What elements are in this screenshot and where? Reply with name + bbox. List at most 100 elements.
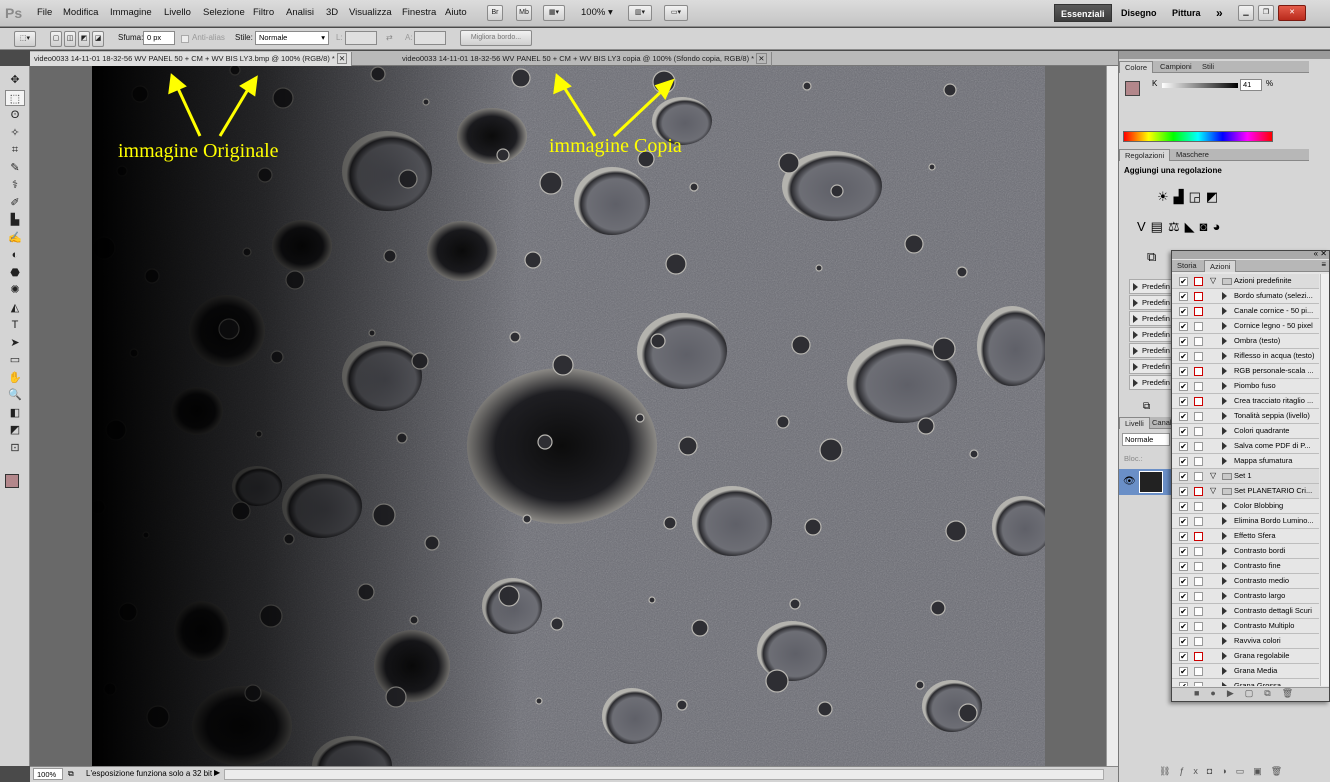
expand-icon[interactable] — [1222, 397, 1227, 405]
actions-footer-icons[interactable]: ■●▶▢⧉🗑 — [1172, 687, 1329, 701]
check-icon[interactable]: ✔ — [1179, 382, 1188, 391]
check-icon[interactable]: ✔ — [1179, 502, 1188, 511]
action-row[interactable]: ✔ Contrasto Multiplo — [1172, 619, 1319, 634]
dialog-toggle-icon[interactable] — [1194, 352, 1203, 361]
action-row[interactable]: ✔ RGB personale-scala ... — [1172, 364, 1319, 379]
expand-icon[interactable] — [1222, 577, 1227, 585]
expand-icon[interactable] — [1222, 667, 1227, 675]
action-row[interactable]: ✔ Color Blobbing — [1172, 499, 1319, 514]
swap-icon[interactable]: ⇄ — [386, 33, 393, 42]
action-row[interactable]: ✔ Contrasto dettagli Scuri — [1172, 604, 1319, 619]
subtract-selection-icon[interactable]: ◩ — [78, 31, 90, 47]
expand-icon[interactable] — [1222, 427, 1227, 435]
dialog-toggle-icon[interactable] — [1194, 487, 1203, 496]
expand-icon[interactable] — [1133, 299, 1138, 307]
check-icon[interactable]: ✔ — [1179, 577, 1188, 586]
dialog-toggle-icon[interactable] — [1194, 532, 1203, 541]
dialog-toggle-icon[interactable] — [1194, 502, 1203, 511]
expand-icon[interactable] — [1222, 352, 1227, 360]
expand-icon[interactable] — [1222, 292, 1227, 300]
action-row[interactable]: ✔ Elimina Bordo Lumino... — [1172, 514, 1319, 529]
collapse-icon[interactable]: ▽ — [1210, 469, 1216, 483]
check-icon[interactable]: ✔ — [1179, 307, 1188, 316]
preset-item[interactable]: Predefin — [1129, 327, 1174, 342]
mini-bridge-button[interactable]: Mb — [516, 5, 532, 21]
eye-icon[interactable]: 👁 — [1123, 476, 1136, 487]
antialias-checkbox[interactable] — [181, 35, 189, 43]
expand-icon[interactable] — [1133, 315, 1138, 323]
path-select-icon[interactable]: ➤ — [5, 335, 25, 351]
tab-stili[interactable]: Stili — [1197, 61, 1219, 73]
tab-livelli[interactable]: Livelli — [1119, 417, 1150, 429]
style-select[interactable]: Normale ▾ — [255, 31, 329, 45]
status-arrow-icon[interactable]: ▶ — [214, 768, 220, 777]
color-spectrum-bar[interactable] — [1123, 131, 1273, 142]
panel-menu-icon[interactable]: ≡ — [1321, 260, 1326, 269]
bridge-button[interactable]: Br — [487, 5, 503, 21]
check-icon[interactable]: ✔ — [1179, 367, 1188, 376]
check-icon[interactable]: ✔ — [1179, 637, 1188, 646]
check-icon[interactable]: ✔ — [1179, 442, 1188, 451]
expand-icon[interactable] — [1222, 502, 1227, 510]
action-row[interactable]: ✔ Tonalità seppia (livello) — [1172, 409, 1319, 424]
tab-azioni[interactable]: Azioni — [1204, 260, 1237, 272]
action-row[interactable]: ✔ Contrasto fine — [1172, 559, 1319, 574]
expand-icon[interactable] — [1222, 607, 1227, 615]
check-icon[interactable]: ✔ — [1179, 412, 1188, 421]
action-row[interactable]: ✔ Piombo fuso — [1172, 379, 1319, 394]
menu-5[interactable]: Filtro — [253, 7, 274, 18]
preset-item[interactable]: Predefin — [1129, 279, 1174, 294]
action-row[interactable]: ✔ Riflesso in acqua (testo) — [1172, 349, 1319, 364]
vertical-scrollbar[interactable] — [1106, 66, 1118, 766]
action-row[interactable]: ✔ Grana Grossa — [1172, 679, 1319, 686]
tab-copy[interactable]: video0033 14-11-01 18-32-56 WV PANEL 50 … — [398, 52, 772, 66]
3d-icon[interactable]: ✋ — [5, 370, 25, 386]
action-row[interactable]: ✔ Effetto Sfera — [1172, 529, 1319, 544]
check-icon[interactable]: ✔ — [1179, 667, 1188, 676]
dialog-toggle-icon[interactable] — [1194, 547, 1203, 556]
expand-icon[interactable] — [1222, 682, 1227, 686]
dialog-toggle-icon[interactable] — [1194, 322, 1203, 331]
menu-9[interactable]: Finestra — [402, 7, 436, 18]
expand-icon[interactable] — [1222, 367, 1227, 375]
action-row[interactable]: ✔ Mappa sfumatura — [1172, 454, 1319, 469]
marquee-preset-icon[interactable]: ⬚▾ — [14, 31, 36, 47]
dialog-toggle-icon[interactable] — [1194, 427, 1203, 436]
menu-4[interactable]: Selezione — [203, 7, 245, 18]
adjust-footer-icon[interactable]: ⧉ — [1143, 401, 1150, 412]
close-button[interactable]: ✕ — [1278, 5, 1306, 21]
check-icon[interactable]: ✔ — [1179, 607, 1188, 616]
dialog-toggle-icon[interactable] — [1194, 442, 1203, 451]
menu-2[interactable]: Immagine — [110, 7, 152, 18]
move-icon[interactable]: ✥ — [5, 72, 25, 88]
tab-storia[interactable]: Storia — [1172, 260, 1202, 272]
dialog-toggle-icon[interactable] — [1194, 592, 1203, 601]
check-icon[interactable]: ✔ — [1179, 427, 1188, 436]
action-set-row[interactable]: ✔ ▽ Azioni predefinite — [1172, 274, 1319, 289]
check-icon[interactable]: ✔ — [1179, 547, 1188, 556]
dialog-toggle-icon[interactable] — [1194, 307, 1203, 316]
close-icon[interactable]: ✕ — [756, 53, 767, 64]
shape-icon[interactable]: ▭ — [5, 352, 25, 368]
tab-regolazioni[interactable]: Regolazioni — [1119, 149, 1171, 161]
check-icon[interactable]: ✔ — [1179, 682, 1188, 686]
dialog-toggle-icon[interactable] — [1194, 637, 1203, 646]
layers-footer-icons[interactable]: ⛓ƒx◘◑▭▣🗑 — [1159, 766, 1291, 777]
workspace-disegno[interactable]: Disegno — [1115, 4, 1163, 22]
action-row[interactable]: ✔ Grana Media — [1172, 664, 1319, 679]
dialog-toggle-icon[interactable] — [1194, 667, 1203, 676]
expand-icon[interactable] — [1222, 382, 1227, 390]
expand-icon[interactable] — [1222, 322, 1227, 330]
preset-item[interactable]: Predefin — [1129, 295, 1174, 310]
zoom-icon[interactable]: 🔍 — [5, 387, 25, 403]
dialog-toggle-icon[interactable] — [1194, 457, 1203, 466]
restore-button[interactable]: ❐ — [1258, 5, 1274, 21]
collapse-icon[interactable]: ▽ — [1210, 274, 1216, 288]
foreground-color-swatch[interactable] — [1125, 81, 1140, 96]
check-icon[interactable]: ✔ — [1179, 337, 1188, 346]
menu-1[interactable]: Modifica — [63, 7, 98, 18]
check-icon[interactable]: ✔ — [1179, 652, 1188, 661]
gradient-icon[interactable]: ⬣ — [5, 265, 25, 281]
action-row[interactable]: ✔ Crea tracciato ritaglio ... — [1172, 394, 1319, 409]
action-row[interactable]: ✔ Bordo sfumato (selezi... — [1172, 289, 1319, 304]
